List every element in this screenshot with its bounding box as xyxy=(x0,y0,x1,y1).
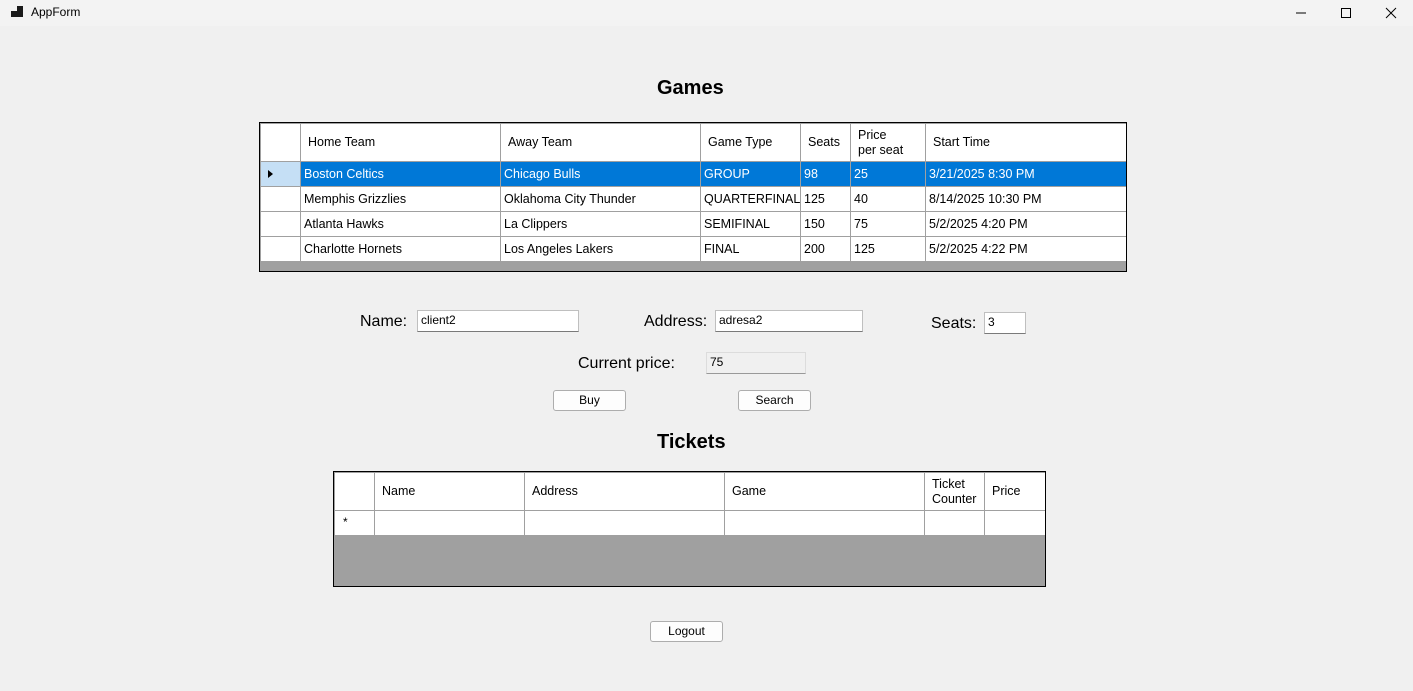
app-icon xyxy=(11,6,23,18)
title-bar[interactable]: AppForm xyxy=(0,0,1413,26)
cell-home-team[interactable]: Charlotte Hornets xyxy=(300,236,501,262)
new-row-icon: * xyxy=(343,515,348,529)
table-row[interactable]: Charlotte Hornets Los Angeles Lakers FIN… xyxy=(260,236,1126,262)
search-button[interactable]: Search xyxy=(738,390,811,411)
cell-away-team[interactable]: Oklahoma City Thunder xyxy=(500,186,701,212)
minimize-button[interactable] xyxy=(1278,0,1324,26)
games-corner-header[interactable] xyxy=(260,123,301,162)
cell-away-team[interactable]: Los Angeles Lakers xyxy=(500,236,701,262)
cell-start-time[interactable]: 3/21/2025 8:30 PM xyxy=(925,161,1126,187)
tickets-header-row: Name Address Game Ticket Counter Price xyxy=(334,472,1045,511)
cell-game-type[interactable]: FINAL xyxy=(700,236,801,262)
tickets-heading: Tickets xyxy=(657,431,726,453)
cell-start-time[interactable]: 5/2/2025 4:22 PM xyxy=(925,236,1126,262)
cell-away-team[interactable]: La Clippers xyxy=(500,211,701,237)
tickets-corner-header[interactable] xyxy=(334,472,375,511)
cell-price[interactable]: 40 xyxy=(850,186,926,212)
column-header-home-team[interactable]: Home Team xyxy=(300,123,501,162)
cell-game-type[interactable]: GROUP xyxy=(700,161,801,187)
cell-game-type[interactable]: QUARTERFINAL xyxy=(700,186,801,212)
cell-ticket-counter[interactable] xyxy=(924,510,985,536)
games-heading: Games xyxy=(657,77,724,99)
cell-game[interactable] xyxy=(724,510,925,536)
app-window: AppForm Games Home Team Away Team Game T… xyxy=(0,0,1413,691)
name-field[interactable]: client2 xyxy=(417,310,579,332)
close-icon xyxy=(1385,7,1397,19)
column-header-start-time[interactable]: Start Time xyxy=(925,123,1126,162)
cell-address[interactable] xyxy=(524,510,725,536)
column-header-name[interactable]: Name xyxy=(374,472,525,511)
logout-button[interactable]: Logout xyxy=(650,621,723,642)
cell-seats[interactable]: 98 xyxy=(800,161,851,187)
price-header-line2: per seat xyxy=(858,142,904,157)
current-price-field: 75 xyxy=(706,352,806,374)
games-header-row: Home Team Away Team Game Type Seats Pric… xyxy=(260,123,1126,162)
maximize-button[interactable] xyxy=(1323,0,1369,26)
cell-start-time[interactable]: 8/14/2025 10:30 PM xyxy=(925,186,1126,212)
cell-home-team[interactable]: Memphis Grizzlies xyxy=(300,186,501,212)
seats-label: Seats: xyxy=(931,315,977,332)
cell-home-team[interactable]: Atlanta Hawks xyxy=(300,211,501,237)
seats-field[interactable]: 3 xyxy=(984,312,1026,334)
cell-name[interactable] xyxy=(374,510,525,536)
counter-header-line1: Ticket xyxy=(932,476,965,491)
tickets-grid[interactable]: Name Address Game Ticket Counter Price * xyxy=(333,471,1046,587)
cell-price[interactable]: 25 xyxy=(850,161,926,187)
row-header[interactable] xyxy=(260,211,301,237)
cell-seats[interactable]: 125 xyxy=(800,186,851,212)
cell-price[interactable]: 125 xyxy=(850,236,926,262)
cell-away-team[interactable]: Chicago Bulls xyxy=(500,161,701,187)
window-title: AppForm xyxy=(31,5,81,19)
column-header-price[interactable]: Price xyxy=(984,472,1045,511)
cell-start-time[interactable]: 5/2/2025 4:20 PM xyxy=(925,211,1126,237)
row-header[interactable]: * xyxy=(334,510,375,536)
new-row[interactable]: * xyxy=(334,510,1045,536)
name-label: Name: xyxy=(360,313,408,330)
column-header-game[interactable]: Game xyxy=(724,472,925,511)
column-header-address[interactable]: Address xyxy=(524,472,725,511)
cell-game-type[interactable]: SEMIFINAL xyxy=(700,211,801,237)
maximize-icon xyxy=(1341,8,1351,18)
cell-price[interactable]: 75 xyxy=(850,211,926,237)
games-grid[interactable]: Home Team Away Team Game Type Seats Pric… xyxy=(259,122,1127,272)
row-header[interactable] xyxy=(260,161,301,187)
row-header[interactable] xyxy=(260,236,301,262)
column-header-away-team[interactable]: Away Team xyxy=(500,123,701,162)
row-header[interactable] xyxy=(260,186,301,212)
counter-header-line2: Counter xyxy=(932,491,977,506)
price-header-line1: Price xyxy=(858,127,887,142)
current-price-label: Current price: xyxy=(578,355,675,372)
address-field[interactable]: adresa2 xyxy=(715,310,863,332)
minimize-icon xyxy=(1296,12,1306,14)
table-row[interactable]: Boston Celtics Chicago Bulls GROUP 98 25… xyxy=(260,161,1126,187)
column-header-game-type[interactable]: Game Type xyxy=(700,123,801,162)
cell-seats[interactable]: 150 xyxy=(800,211,851,237)
column-header-ticket-counter[interactable]: Ticket Counter xyxy=(924,472,985,511)
cell-price[interactable] xyxy=(984,510,1045,536)
address-label: Address: xyxy=(644,313,708,330)
column-header-seats[interactable]: Seats xyxy=(800,123,851,162)
close-button[interactable] xyxy=(1368,0,1413,26)
current-row-arrow-icon xyxy=(268,170,273,178)
column-header-price-per-seat[interactable]: Price per seat xyxy=(850,123,926,162)
cell-home-team[interactable]: Boston Celtics xyxy=(300,161,501,187)
cell-seats[interactable]: 200 xyxy=(800,236,851,262)
table-row[interactable]: Atlanta Hawks La Clippers SEMIFINAL 150 … xyxy=(260,211,1126,237)
buy-button[interactable]: Buy xyxy=(553,390,626,411)
table-row[interactable]: Memphis Grizzlies Oklahoma City Thunder … xyxy=(260,186,1126,212)
